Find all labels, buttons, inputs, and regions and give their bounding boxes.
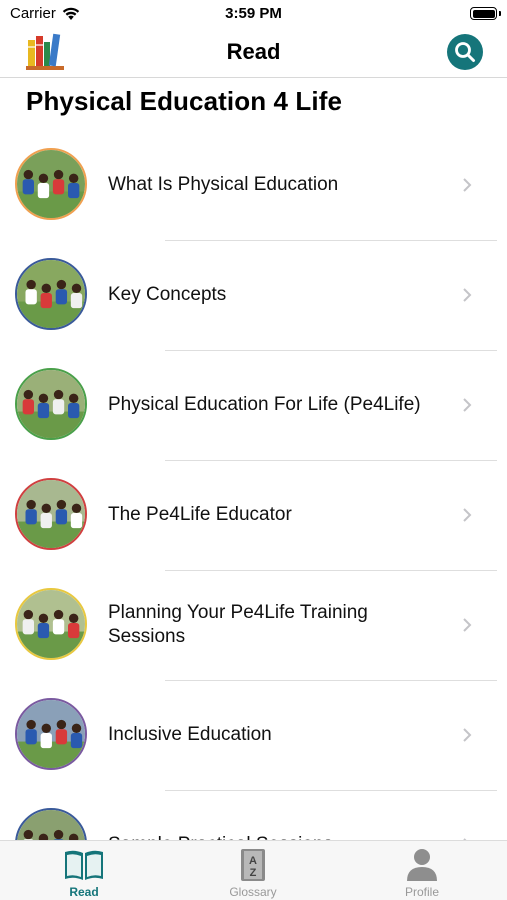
nav-title: Read	[226, 39, 281, 64]
tab-glossary-label: Glossary	[229, 885, 277, 899]
list-item-label: What Is Physical Education	[108, 174, 339, 195]
search-icon	[455, 42, 475, 62]
tab-bar: Read A Z Glossary Profile	[0, 840, 507, 900]
chapter-thumbnail	[15, 478, 87, 550]
list-item-label: Key Concepts	[108, 284, 227, 305]
tab-profile[interactable]: Profile	[362, 847, 482, 900]
section-title: Physical Education 4 Life	[26, 86, 343, 116]
tab-read-label: Read	[69, 885, 99, 899]
chapter-list: What Is Physical Education Key Concepts …	[0, 130, 507, 840]
list-item-label: Sample Practical Sessions	[108, 790, 438, 840]
list-item[interactable]: Physical Education For Life (Pe4Life)	[0, 350, 507, 461]
chapter-thumbnail	[15, 258, 87, 330]
chevron-right-icon	[463, 288, 472, 302]
thumbnail-photo	[17, 480, 85, 548]
status-time: 3:59 PM	[225, 5, 282, 22]
thumbnail-photo	[17, 260, 85, 328]
svg-text:Z: Z	[250, 867, 257, 879]
chapter-thumbnail	[15, 368, 87, 440]
chapter-thumbnail	[15, 698, 87, 770]
chevron-right-icon	[463, 398, 472, 412]
battery-icon	[470, 7, 497, 20]
list-item-label: The Pe4Life Educator	[108, 504, 292, 525]
thumbnail-photo	[17, 590, 85, 658]
tab-glossary[interactable]: A Z Glossary	[193, 847, 313, 900]
chapter-thumbnail	[15, 808, 87, 840]
list-item[interactable]: Key Concepts	[0, 240, 507, 351]
chevron-right-icon	[463, 618, 472, 632]
list-item[interactable]: The Pe4Life Educator	[0, 460, 507, 571]
nav-bar: Read	[0, 28, 507, 78]
chevron-right-icon	[463, 508, 472, 522]
thumbnail-photo	[17, 370, 85, 438]
chapter-thumbnail	[15, 588, 87, 660]
list-item-label: Planning Your Pe4Life Training Sessions	[108, 602, 368, 647]
list-item[interactable]: Inclusive Education	[0, 680, 507, 791]
thumbnail-photo	[17, 700, 85, 768]
list-item-label: Inclusive Education	[108, 724, 272, 745]
chevron-right-icon	[463, 178, 472, 192]
book-open-icon	[65, 850, 103, 880]
chapter-thumbnail	[15, 148, 87, 220]
person-icon	[407, 849, 437, 881]
glossary-icon: A Z	[241, 849, 265, 881]
list-item[interactable]: What Is Physical Education	[0, 130, 507, 241]
tab-profile-label: Profile	[404, 885, 439, 899]
list-item-label: Physical Education For Life (Pe4Life)	[108, 394, 421, 415]
thumbnail-photo	[17, 810, 85, 840]
thumbnail-photo	[17, 150, 85, 218]
status-bar: Carrier 3:59 PM	[0, 0, 507, 28]
svg-text:A: A	[249, 855, 257, 867]
tab-read[interactable]: Read	[24, 847, 144, 900]
chevron-right-icon	[463, 728, 472, 742]
list-item[interactable]: Planning Your Pe4Life Training Sessions	[0, 570, 507, 681]
search-button[interactable]	[447, 34, 483, 70]
list-item[interactable]: Sample Practical Sessions	[0, 790, 507, 840]
